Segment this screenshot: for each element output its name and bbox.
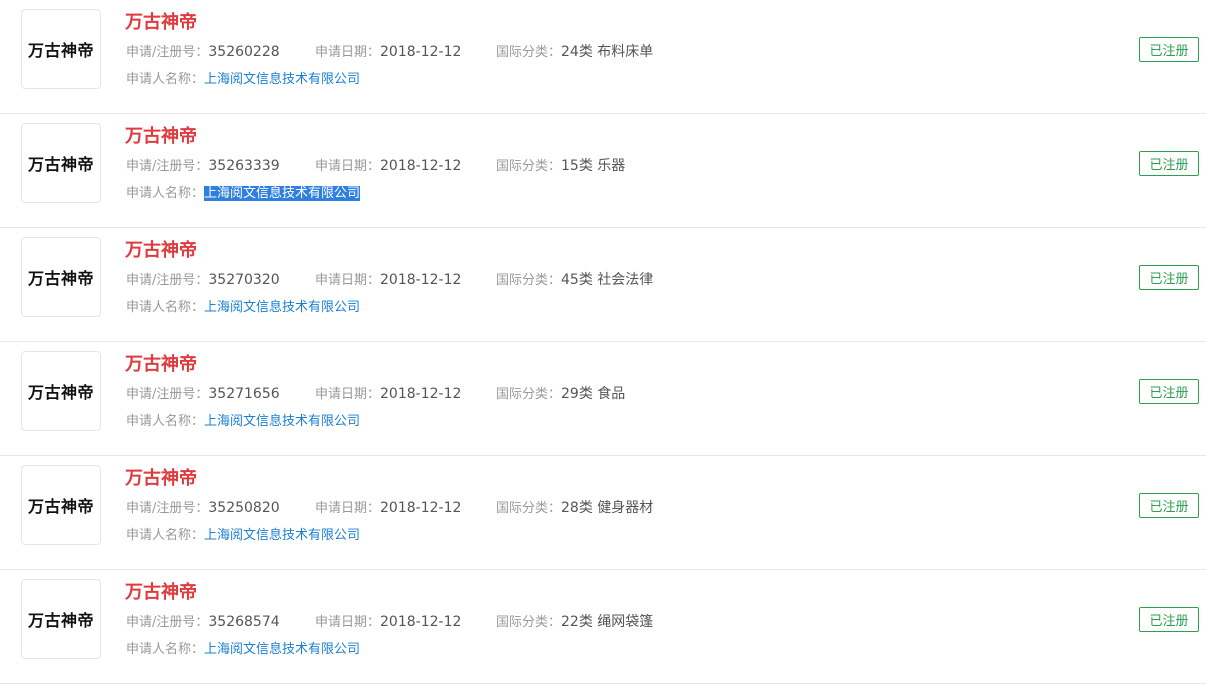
reg-no-label: 申请/注册号： <box>126 273 209 288</box>
trademark-title[interactable]: 万古神帝 <box>125 239 197 263</box>
applicant-row: 申请人名称：上海阅文信息技术有限公司 <box>126 299 360 317</box>
applicant-link[interactable]: 上海阅文信息技术有限公司 <box>204 414 360 429</box>
trademark-logo[interactable]: 万古神帝 <box>21 579 101 659</box>
trademark-meta: 申请/注册号：35250820 申请日期：2018-12-12 国际分类：28类 健… <box>126 499 653 518</box>
trademark-item: 万古神帝 万古神帝 申请/注册号：35260228 申请日期：2018-12-12… <box>0 0 1206 114</box>
intl-class-value: 45类 社会法律 <box>561 272 654 288</box>
trademark-meta: 申请/注册号：35263339 申请日期：2018-12-12 国际分类：15类 乐… <box>126 157 625 176</box>
intl-class-label: 国际分类： <box>496 501 562 516</box>
trademark-logo[interactable]: 万古神帝 <box>21 237 101 317</box>
applicant-link[interactable]: 上海阅文信息技术有限公司 <box>204 528 360 543</box>
intl-class-label: 国际分类： <box>496 273 562 288</box>
trademark-item: 万古神帝 万古神帝 申请/注册号：35271656 申请日期：2018-12-12… <box>0 342 1206 456</box>
reg-no-label: 申请/注册号： <box>126 45 209 60</box>
reg-no-value: 35270320 <box>208 272 280 288</box>
applicant-row: 申请人名称：上海阅文信息技术有限公司 <box>126 641 360 659</box>
applicant-label: 申请人名称： <box>126 300 205 315</box>
intl-class-label: 国际分类： <box>496 159 562 174</box>
trademark-logo[interactable]: 万古神帝 <box>21 123 101 203</box>
apply-date-value: 2018-12-12 <box>380 614 462 630</box>
status-badge: 已注册 <box>1139 379 1199 404</box>
applicant-label: 申请人名称： <box>126 528 205 543</box>
applicant-link[interactable]: 上海阅文信息技术有限公司 <box>204 72 360 87</box>
applicant-link[interactable]: 上海阅文信息技术有限公司 <box>204 300 360 315</box>
intl-class-value: 15类 乐器 <box>561 158 626 174</box>
trademark-title[interactable]: 万古神帝 <box>125 11 197 35</box>
apply-date-label: 申请日期： <box>315 45 381 60</box>
status-badge: 已注册 <box>1139 493 1199 518</box>
applicant-label: 申请人名称： <box>126 642 205 657</box>
apply-date-label: 申请日期： <box>315 615 381 630</box>
reg-no-value: 35250820 <box>208 500 280 516</box>
apply-date-value: 2018-12-12 <box>380 386 462 402</box>
status-badge: 已注册 <box>1139 265 1199 290</box>
trademark-title[interactable]: 万古神帝 <box>125 581 197 605</box>
trademark-item: 万古神帝 万古神帝 申请/注册号：35270320 申请日期：2018-12-12… <box>0 228 1206 342</box>
intl-class-label: 国际分类： <box>496 615 562 630</box>
trademark-item: 万古神帝 万古神帝 申请/注册号：35263339 申请日期：2018-12-12… <box>0 114 1206 228</box>
trademark-meta: 申请/注册号：35268574 申请日期：2018-12-12 国际分类：22类 绳… <box>126 613 653 632</box>
reg-no-value: 35268574 <box>208 614 280 630</box>
apply-date-value: 2018-12-12 <box>380 44 462 60</box>
reg-no-label: 申请/注册号： <box>126 159 209 174</box>
trademark-logo[interactable]: 万古神帝 <box>21 9 101 89</box>
trademark-logo[interactable]: 万古神帝 <box>21 351 101 431</box>
applicant-row: 申请人名称：上海阅文信息技术有限公司 <box>126 413 360 431</box>
intl-class-label: 国际分类： <box>496 45 562 60</box>
apply-date-label: 申请日期： <box>315 501 381 516</box>
status-badge: 已注册 <box>1139 607 1199 632</box>
intl-class-value: 22类 绳网袋篷 <box>561 614 654 630</box>
status-badge: 已注册 <box>1139 151 1199 176</box>
applicant-link[interactable]: 上海阅文信息技术有限公司 <box>204 186 361 201</box>
intl-class-value: 24类 布料床单 <box>561 44 654 60</box>
trademark-title[interactable]: 万古神帝 <box>125 467 197 491</box>
applicant-label: 申请人名称： <box>126 72 205 87</box>
reg-no-label: 申请/注册号： <box>126 615 209 630</box>
reg-no-label: 申请/注册号： <box>126 501 209 516</box>
intl-class-value: 29类 食品 <box>561 386 626 402</box>
applicant-row: 申请人名称：上海阅文信息技术有限公司 <box>126 185 361 203</box>
reg-no-value: 35271656 <box>208 386 280 402</box>
trademark-item: 万古神帝 万古神帝 申请/注册号：35250820 申请日期：2018-12-12… <box>0 456 1206 570</box>
apply-date-label: 申请日期： <box>315 159 381 174</box>
trademark-meta: 申请/注册号：35270320 申请日期：2018-12-12 国际分类：45类 社… <box>126 271 653 290</box>
intl-class-value: 28类 健身器材 <box>561 500 654 516</box>
apply-date-value: 2018-12-12 <box>380 272 462 288</box>
reg-no-value: 35260228 <box>208 44 280 60</box>
applicant-label: 申请人名称： <box>126 414 205 429</box>
apply-date-label: 申请日期： <box>315 387 381 402</box>
trademark-list: 万古神帝 万古神帝 申请/注册号：35260228 申请日期：2018-12-12… <box>0 0 1206 684</box>
reg-no-label: 申请/注册号： <box>126 387 209 402</box>
status-badge: 已注册 <box>1139 37 1199 62</box>
trademark-item: 万古神帝 万古神帝 申请/注册号：35268574 申请日期：2018-12-12… <box>0 570 1206 684</box>
trademark-meta: 申请/注册号：35260228 申请日期：2018-12-12 国际分类：24类 布… <box>126 43 653 62</box>
trademark-meta: 申请/注册号：35271656 申请日期：2018-12-12 国际分类：29类 食… <box>126 385 625 404</box>
applicant-link[interactable]: 上海阅文信息技术有限公司 <box>204 642 360 657</box>
trademark-title[interactable]: 万古神帝 <box>125 125 197 149</box>
trademark-logo[interactable]: 万古神帝 <box>21 465 101 545</box>
intl-class-label: 国际分类： <box>496 387 562 402</box>
trademark-title[interactable]: 万古神帝 <box>125 353 197 377</box>
apply-date-value: 2018-12-12 <box>380 500 462 516</box>
apply-date-label: 申请日期： <box>315 273 381 288</box>
apply-date-value: 2018-12-12 <box>380 158 462 174</box>
reg-no-value: 35263339 <box>208 158 280 174</box>
applicant-label: 申请人名称： <box>126 186 205 201</box>
applicant-row: 申请人名称：上海阅文信息技术有限公司 <box>126 527 360 545</box>
applicant-row: 申请人名称：上海阅文信息技术有限公司 <box>126 71 360 89</box>
